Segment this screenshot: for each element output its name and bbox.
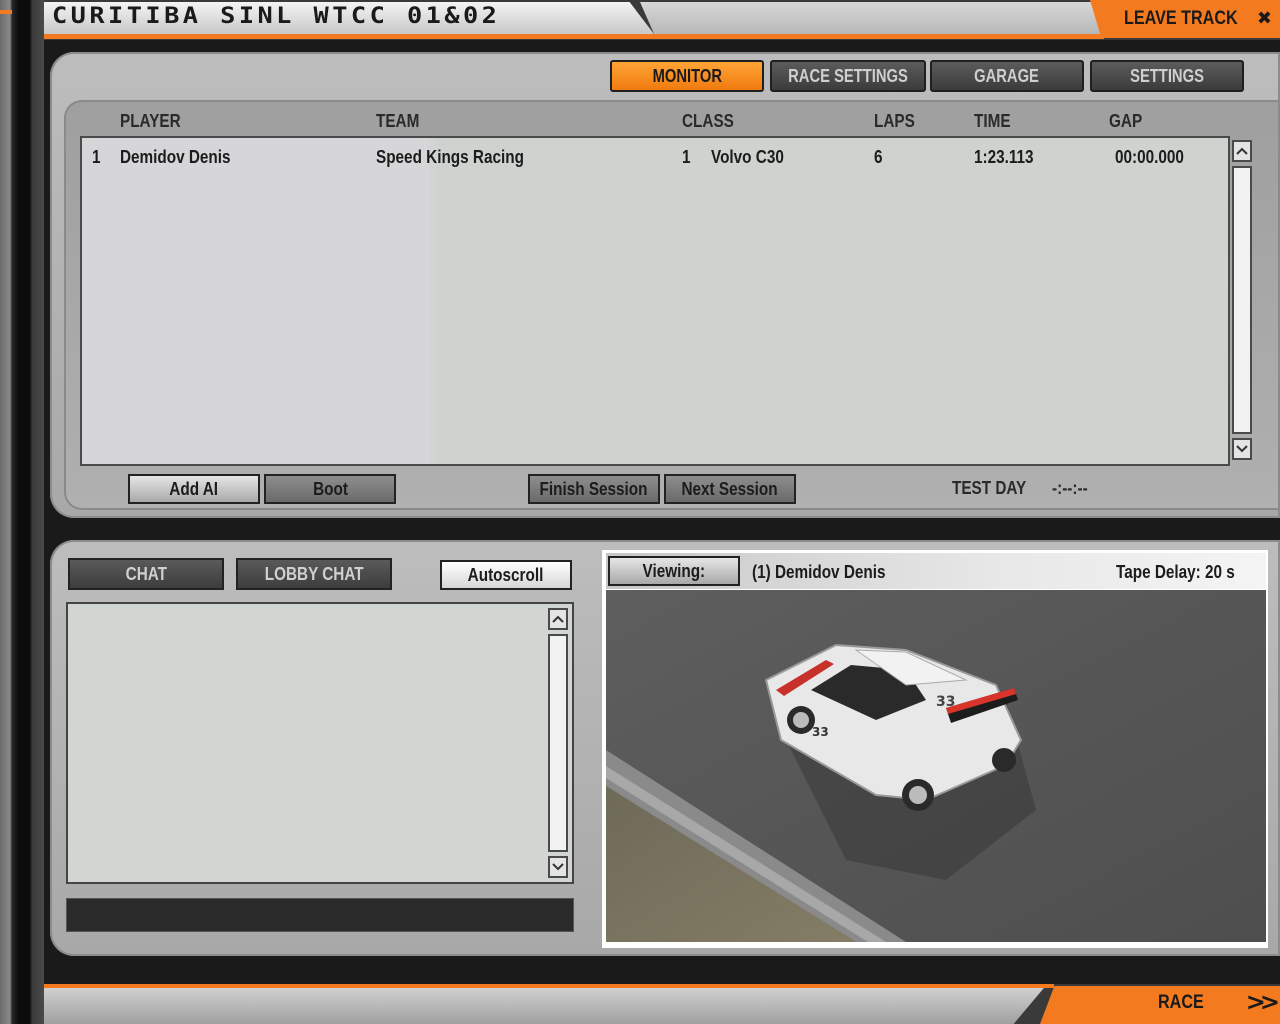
camera-feed[interactable]: 33 33 <box>606 590 1266 942</box>
scroll-down-button[interactable] <box>1232 438 1252 460</box>
row-player: Demidov Denis <box>120 147 231 167</box>
chevron-up-icon <box>1236 147 1248 155</box>
bottom-plate <box>44 988 1044 1024</box>
chat-scroll-up-button[interactable] <box>548 608 568 630</box>
track-title: CURITIBA SINL WTCC 01&02 <box>52 4 501 29</box>
leave-track-label: LEAVE TRACK <box>1124 8 1238 29</box>
row-car: Volvo C30 <box>711 147 784 167</box>
tab-lobby-chat[interactable]: LOBBY CHAT <box>236 558 392 590</box>
boot-button[interactable]: Boot <box>264 474 396 504</box>
column-header-time[interactable]: TIME <box>974 111 1017 132</box>
row-class-number: 1 <box>682 147 691 167</box>
row-team: Speed Kings Racing <box>376 147 524 167</box>
session-clock: -:--:-- <box>1052 478 1089 498</box>
session-status: TEST DAY -:--:-- <box>952 478 1094 499</box>
session-name: TEST DAY <box>952 478 1027 498</box>
close-icon: ✖ <box>1256 8 1272 29</box>
tab-garage[interactable]: GARAGE <box>930 60 1084 92</box>
row-position: 1 <box>92 147 101 167</box>
column-header-class[interactable]: CLASS <box>682 111 743 132</box>
row-laps: 6 <box>874 147 883 167</box>
column-header-player[interactable]: PLAYER <box>120 111 191 132</box>
chat-scrollbar-track[interactable] <box>548 634 568 852</box>
add-ai-button[interactable]: Add AI <box>128 474 260 504</box>
finish-session-button[interactable]: Finish Session <box>528 474 660 504</box>
tab-chat[interactable]: CHAT <box>68 558 224 590</box>
autoscroll-toggle[interactable]: Autoscroll <box>440 560 572 590</box>
tab-settings[interactable]: SETTINGS <box>1090 60 1244 92</box>
viewing-target: (1) Demidov Denis <box>752 562 886 582</box>
car-number-roof: 33 <box>936 694 955 710</box>
leave-track-button[interactable]: LEAVE TRACK ✖ <box>1090 0 1280 38</box>
car-number-door: 33 <box>812 725 829 739</box>
chat-input[interactable] <box>66 898 574 932</box>
row-time: 1:23.113 <box>974 147 1034 167</box>
chevron-down-icon <box>552 863 564 871</box>
scroll-up-button[interactable] <box>1232 140 1252 162</box>
bottom-accent-line <box>44 984 1054 988</box>
chevron-up-icon <box>552 615 564 623</box>
left-edge-strip <box>0 0 44 1024</box>
viewing-button[interactable]: Viewing: <box>608 556 740 586</box>
title-accent-line <box>44 34 1104 39</box>
race-button[interactable]: RACE >> <box>1040 986 1280 1024</box>
tab-monitor[interactable]: MONITOR <box>610 60 764 92</box>
chat-scroll-down-button[interactable] <box>548 856 568 878</box>
row-gap: 00:00.000 <box>1115 147 1184 167</box>
next-session-button[interactable]: Next Session <box>664 474 796 504</box>
track-scene-image: 33 33 <box>606 590 1266 942</box>
column-header-gap[interactable]: GAP <box>1109 111 1148 132</box>
tab-race-settings[interactable]: RACE SETTINGS <box>770 60 926 92</box>
scrollbar-track[interactable] <box>1232 166 1252 434</box>
title-plate-right <box>640 2 1110 34</box>
standings-list[interactable] <box>80 136 1230 466</box>
race-label: RACE <box>1158 992 1204 1013</box>
tape-delay: Tape Delay: 20 s <box>1116 562 1235 582</box>
column-header-laps[interactable]: LAPS <box>874 111 922 132</box>
table-row[interactable] <box>84 142 1224 174</box>
chat-log[interactable] <box>66 602 574 884</box>
chevron-down-icon <box>1236 445 1248 453</box>
double-chevron-right-icon: >> <box>1245 988 1280 1016</box>
column-header-team[interactable]: TEAM <box>376 111 427 132</box>
